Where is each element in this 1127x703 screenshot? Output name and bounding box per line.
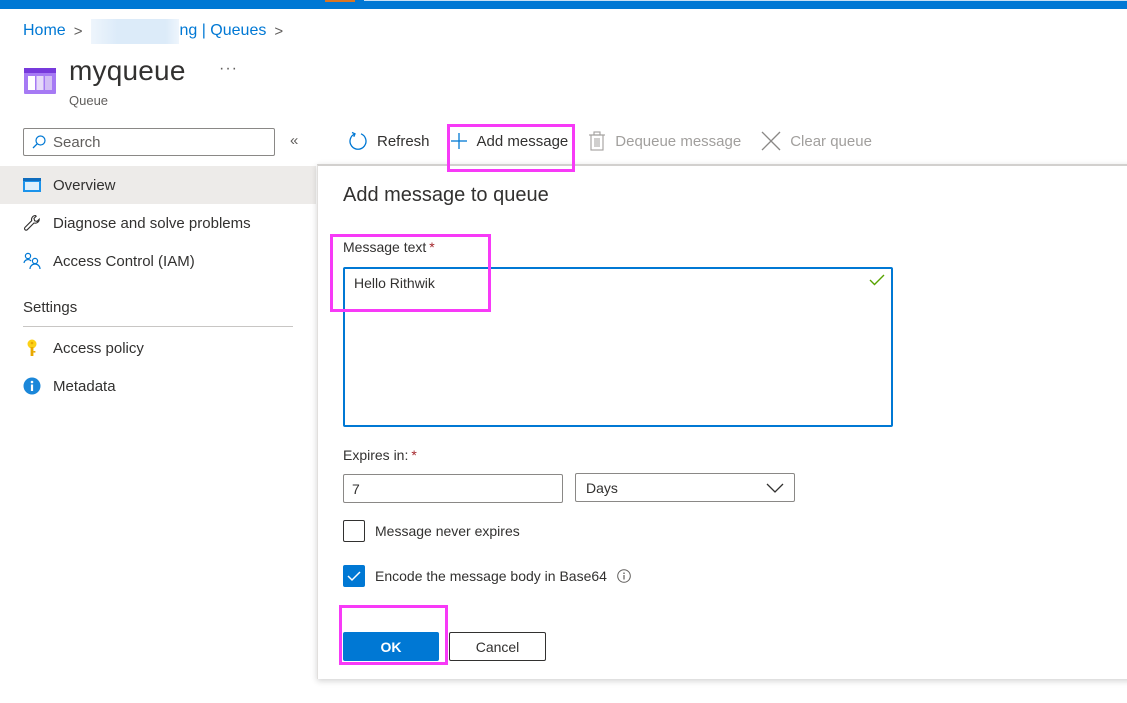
info-icon[interactable] xyxy=(617,569,631,583)
expires-in-input[interactable] xyxy=(343,474,563,503)
checkmark-icon xyxy=(869,274,885,286)
message-text-label-text: Message text xyxy=(343,239,427,255)
checkmark-icon xyxy=(347,571,361,582)
sidebar-section-settings: Settings xyxy=(23,298,78,316)
search-input[interactable] xyxy=(53,133,253,151)
redacted-region xyxy=(91,18,180,44)
sidebar-divider xyxy=(23,326,293,327)
add-message-panel: Add message to queue Message text* Expir… xyxy=(317,164,1127,679)
breadcrumb-separator: > xyxy=(274,22,284,40)
sidebar-item-diagnose[interactable]: Diagnose and solve problems xyxy=(0,204,316,242)
sidebar-item-label: Diagnose and solve problems xyxy=(53,214,251,232)
sidebar-item-metadata[interactable]: Metadata xyxy=(0,367,316,405)
cancel-button[interactable]: Cancel xyxy=(449,632,546,661)
breadcrumb-separator: > xyxy=(73,22,83,40)
clear-queue-label: Clear queue xyxy=(790,132,872,150)
sidebar-search[interactable] xyxy=(23,128,275,156)
dequeue-message-button[interactable]: Dequeue message xyxy=(588,131,741,151)
refresh-icon xyxy=(349,131,367,150)
checkbox-checked[interactable] xyxy=(343,565,365,587)
page-subtitle: Queue xyxy=(69,93,109,108)
encode-base64-label: Encode the message body in Base64 xyxy=(375,568,607,584)
ok-button[interactable]: OK xyxy=(343,632,439,661)
add-message-label: Add message xyxy=(476,132,569,150)
required-indicator: * xyxy=(429,239,435,255)
breadcrumb-queues[interactable]: ng | Queues xyxy=(179,22,266,40)
command-bar: Refresh Add message Dequeue message Clea… xyxy=(348,126,892,156)
add-message-button[interactable]: Add message xyxy=(450,132,569,150)
top-bar-highlight xyxy=(364,0,1127,1)
close-icon xyxy=(761,131,781,151)
sidebar-item-label: Access policy xyxy=(53,339,144,357)
never-expires-label: Message never expires xyxy=(375,523,520,539)
top-bar-accent xyxy=(325,0,355,2)
top-bar xyxy=(0,0,1127,9)
more-options-button[interactable]: ··· xyxy=(219,60,238,78)
trash-icon xyxy=(589,131,606,151)
info-icon xyxy=(23,377,41,395)
dequeue-message-label: Dequeue message xyxy=(615,132,742,150)
clear-queue-button[interactable]: Clear queue xyxy=(761,131,872,151)
refresh-button[interactable]: Refresh xyxy=(348,131,430,151)
queue-icon xyxy=(24,68,56,94)
breadcrumb: Home > ng | Queues > xyxy=(23,18,292,44)
overview-icon xyxy=(23,176,41,194)
expires-unit-dropdown[interactable]: Days xyxy=(575,473,795,502)
message-text-input[interactable] xyxy=(343,267,893,427)
search-icon xyxy=(32,135,46,149)
people-icon xyxy=(23,252,41,270)
panel-title: Add message to queue xyxy=(343,184,549,206)
sidebar-nav: Overview Diagnose and solve problems Acc… xyxy=(0,166,316,405)
plus-icon xyxy=(450,133,467,149)
sidebar-item-access-policy[interactable]: Access policy xyxy=(0,329,316,367)
breadcrumb-home[interactable]: Home xyxy=(23,22,66,40)
expires-unit-value: Days xyxy=(586,479,618,496)
page-title: myqueue xyxy=(69,55,186,86)
checkbox-unchecked[interactable] xyxy=(343,520,365,542)
sidebar-item-overview[interactable]: Overview xyxy=(0,166,316,204)
collapse-sidebar-button[interactable]: « xyxy=(290,132,298,149)
encode-base64-checkbox[interactable]: Encode the message body in Base64 xyxy=(343,565,631,587)
never-expires-checkbox[interactable]: Message never expires xyxy=(343,520,520,542)
wrench-icon xyxy=(23,214,41,232)
sidebar-item-label: Overview xyxy=(53,176,116,194)
sidebar-item-iam[interactable]: Access Control (IAM) xyxy=(0,242,316,280)
expires-in-label-text: Expires in: xyxy=(343,447,409,463)
required-indicator: * xyxy=(411,447,417,463)
expires-in-label: Expires in: * xyxy=(343,447,417,463)
refresh-label: Refresh xyxy=(377,132,430,150)
key-icon xyxy=(23,339,41,357)
chevron-down-icon xyxy=(766,483,784,493)
sidebar-item-label: Metadata xyxy=(53,377,116,395)
sidebar-item-label: Access Control (IAM) xyxy=(53,252,195,270)
message-text-label: Message text * xyxy=(343,239,435,255)
